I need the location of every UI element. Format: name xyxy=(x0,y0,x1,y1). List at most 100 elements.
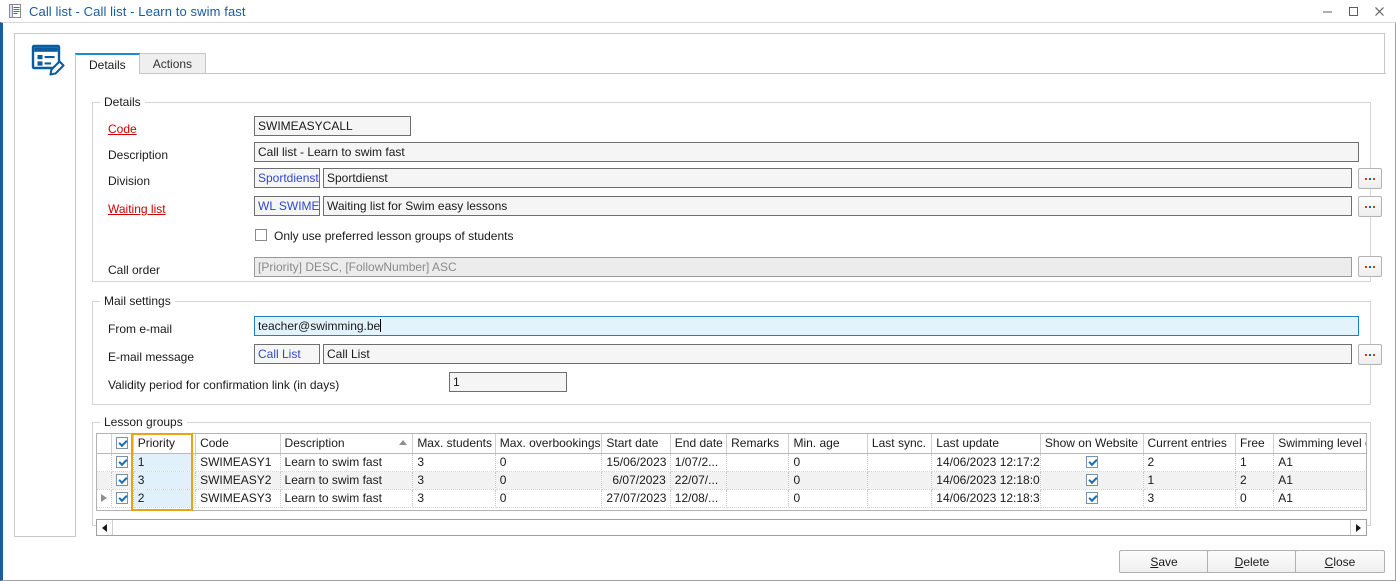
table-row[interactable]: 2SWIMEASY3Learn to swim fast3027/07/2023… xyxy=(97,489,1367,507)
cell-lastupd[interactable]: 14/06/2023 12:18:37 xyxy=(932,489,1041,507)
cell-maxstu[interactable]: 3 xyxy=(413,489,495,507)
row-select-checkbox[interactable] xyxy=(116,456,128,468)
cell-curent[interactable]: 3 xyxy=(1143,489,1236,507)
cell-minage[interactable]: 0 xyxy=(789,471,867,489)
maximize-button[interactable] xyxy=(1340,0,1366,22)
cell-start[interactable]: 15/06/2023 xyxy=(602,453,670,471)
cell-code[interactable]: SWIMEASY3 xyxy=(196,489,280,507)
scroll-left-button[interactable] xyxy=(97,520,113,535)
email-message-code-input[interactable]: Call List xyxy=(254,344,320,364)
column-header-maxover[interactable]: Max. overbookings xyxy=(495,434,602,453)
scroll-track[interactable] xyxy=(113,520,1350,535)
column-header-lastsync[interactable]: Last sync. xyxy=(867,434,931,453)
save-button[interactable]: Save xyxy=(1119,550,1209,573)
cell-website[interactable] xyxy=(1040,471,1143,489)
cell-remarks[interactable] xyxy=(727,453,789,471)
cell-maxover[interactable]: 0 xyxy=(495,489,602,507)
cell-free[interactable]: 0 xyxy=(1236,489,1274,507)
column-header-priority[interactable]: Priority xyxy=(133,434,195,453)
only-preferred-checkbox[interactable] xyxy=(255,229,267,241)
delete-button[interactable]: Delete xyxy=(1207,550,1297,573)
minimize-button[interactable] xyxy=(1314,0,1340,22)
waiting-list-picker-button[interactable] xyxy=(1358,196,1382,217)
show-on-website-checkbox[interactable] xyxy=(1086,492,1098,504)
cell-rowmark[interactable] xyxy=(97,489,111,507)
cell-lastsync[interactable] xyxy=(867,489,931,507)
cell-rowmark[interactable] xyxy=(97,471,111,489)
cell-desc[interactable]: Learn to swim fast xyxy=(280,489,413,507)
cell-start[interactable]: 27/07/2023 xyxy=(602,489,670,507)
cell-sel[interactable] xyxy=(111,453,133,471)
cell-maxstu[interactable]: 3 xyxy=(413,453,495,471)
cell-sel[interactable] xyxy=(111,471,133,489)
column-header-desc[interactable]: Description xyxy=(280,434,413,453)
column-header-code[interactable]: Code xyxy=(196,434,280,453)
cell-minage[interactable]: 0 xyxy=(789,453,867,471)
division-code-input[interactable]: Sportdienst xyxy=(254,168,320,188)
show-on-website-checkbox[interactable] xyxy=(1086,456,1098,468)
from-email-input[interactable]: teacher@swimming.be xyxy=(254,316,1359,336)
cell-end[interactable]: 1/07/2... xyxy=(670,453,726,471)
column-header-level[interactable]: Swimming level c... xyxy=(1274,434,1367,453)
call-order-picker-button[interactable] xyxy=(1358,256,1382,277)
cell-lastsync[interactable] xyxy=(867,471,931,489)
select-all-checkbox[interactable] xyxy=(116,437,128,449)
cell-desc[interactable]: Learn to swim fast xyxy=(280,453,413,471)
waiting-list-code-input[interactable]: WL SWIMEASY xyxy=(254,196,320,216)
cell-free[interactable]: 1 xyxy=(1236,453,1274,471)
cell-maxstu[interactable]: 3 xyxy=(413,471,495,489)
cell-lastupd[interactable]: 14/06/2023 12:17:25 xyxy=(932,453,1041,471)
cell-lastsync[interactable] xyxy=(867,453,931,471)
column-header-minage[interactable]: Min. age xyxy=(789,434,867,453)
cell-maxover[interactable]: 0 xyxy=(495,471,602,489)
cell-remarks[interactable] xyxy=(727,489,789,507)
cell-sel[interactable] xyxy=(111,489,133,507)
column-header-remarks[interactable]: Remarks xyxy=(727,434,789,453)
division-picker-button[interactable] xyxy=(1358,168,1382,189)
column-header-maxstu[interactable]: Max. students xyxy=(413,434,495,453)
scroll-right-button[interactable] xyxy=(1350,520,1366,535)
table-row[interactable]: 1SWIMEASY1Learn to swim fast3015/06/2023… xyxy=(97,453,1367,471)
cell-end[interactable]: 22/07/... xyxy=(670,471,726,489)
table-row[interactable]: 3SWIMEASY2Learn to swim fast306/07/20232… xyxy=(97,471,1367,489)
column-header-sel[interactable] xyxy=(111,434,133,453)
code-input[interactable]: SWIMEASYCALL xyxy=(254,116,411,136)
close-button[interactable] xyxy=(1366,0,1392,22)
description-input[interactable]: Call list - Learn to swim fast xyxy=(254,142,1359,162)
column-header-curent[interactable]: Current entries xyxy=(1143,434,1236,453)
cell-desc[interactable]: Learn to swim fast xyxy=(280,471,413,489)
cell-curent[interactable]: 1 xyxy=(1143,471,1236,489)
column-header-start[interactable]: Start date xyxy=(602,434,670,453)
email-message-picker-button[interactable] xyxy=(1358,344,1382,365)
cell-maxover[interactable]: 0 xyxy=(495,453,602,471)
row-select-checkbox[interactable] xyxy=(116,492,128,504)
validity-period-input[interactable]: 1 xyxy=(449,372,567,392)
column-header-end[interactable]: End date xyxy=(670,434,726,453)
cell-website[interactable] xyxy=(1040,453,1143,471)
cell-priority[interactable]: 2 xyxy=(133,489,195,507)
close-footer-button[interactable]: Close xyxy=(1295,550,1385,573)
column-header-rowmark[interactable] xyxy=(97,434,111,453)
cell-level[interactable]: A1 xyxy=(1274,471,1367,489)
column-header-lastupd[interactable]: Last update xyxy=(932,434,1041,453)
cell-code[interactable]: SWIMEASY2 xyxy=(196,471,280,489)
cell-priority[interactable]: 1 xyxy=(133,453,195,471)
cell-website[interactable] xyxy=(1040,489,1143,507)
cell-minage[interactable]: 0 xyxy=(789,489,867,507)
cell-level[interactable]: A1 xyxy=(1274,453,1367,471)
show-on-website-checkbox[interactable] xyxy=(1086,474,1098,486)
cell-end[interactable]: 12/08/... xyxy=(670,489,726,507)
cell-code[interactable]: SWIMEASY1 xyxy=(196,453,280,471)
cell-rowmark[interactable] xyxy=(97,453,111,471)
cell-remarks[interactable] xyxy=(727,471,789,489)
column-header-website[interactable]: Show on Website xyxy=(1040,434,1143,453)
cell-start[interactable]: 6/07/2023 xyxy=(602,471,670,489)
cell-lastupd[interactable]: 14/06/2023 12:18:05 xyxy=(932,471,1041,489)
cell-curent[interactable]: 2 xyxy=(1143,453,1236,471)
cell-priority[interactable]: 3 xyxy=(133,471,195,489)
tab-actions[interactable]: Actions xyxy=(139,53,206,74)
cell-free[interactable]: 2 xyxy=(1236,471,1274,489)
cell-level[interactable]: A1 xyxy=(1274,489,1367,507)
row-select-checkbox[interactable] xyxy=(116,474,128,486)
column-header-free[interactable]: Free xyxy=(1236,434,1274,453)
